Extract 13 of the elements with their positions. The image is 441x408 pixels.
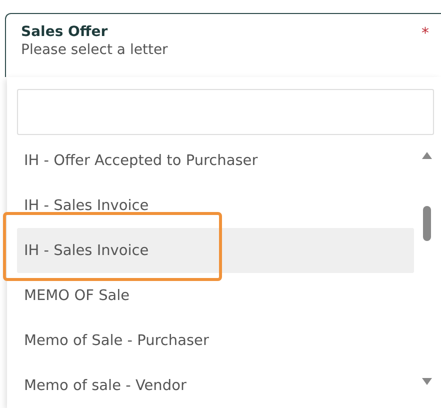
field-label: Sales Offer (21, 24, 109, 40)
placeholder-text: Please select a letter (21, 42, 169, 58)
scroll-down-icon[interactable] (422, 378, 432, 385)
option-item[interactable]: IH - Sales Invoice (17, 228, 414, 273)
search-field[interactable] (17, 89, 434, 135)
option-item[interactable]: Memo of sale - Vendor (17, 363, 414, 408)
scroll-thumb[interactable] (423, 206, 431, 241)
option-item[interactable]: MEMO OF Sale (17, 273, 414, 318)
option-item[interactable]: Memo of Sale - Purchaser (17, 318, 414, 363)
option-item[interactable]: IH - Offer Accepted to Purchaser (17, 138, 414, 183)
option-item[interactable]: IH - Sales Invoice (17, 183, 414, 228)
required-mark: * (422, 24, 429, 42)
scroll-up-icon[interactable] (422, 152, 432, 159)
